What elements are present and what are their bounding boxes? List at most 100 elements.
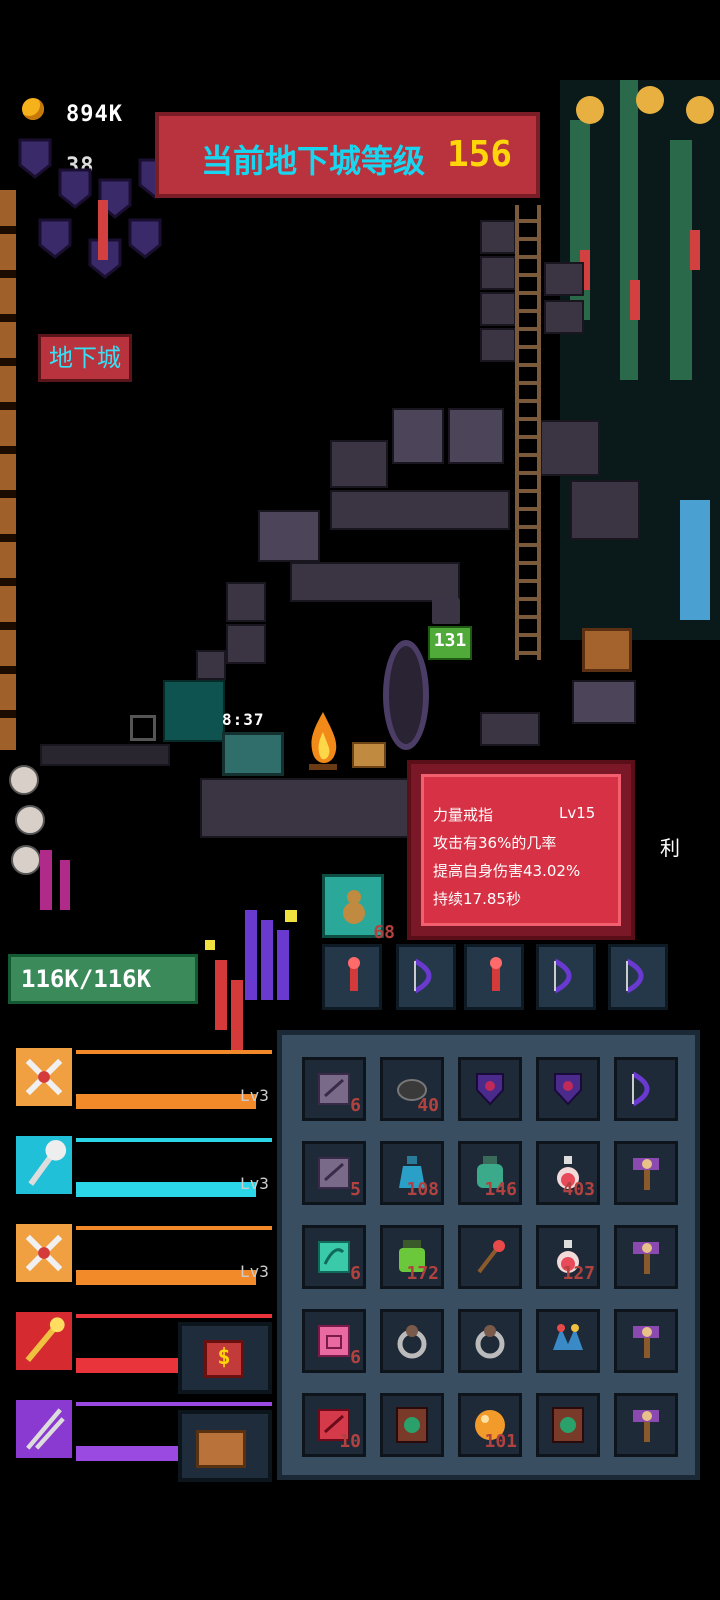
equip-slot-2[interactable] — [396, 944, 456, 1010]
skill-row[interactable]: Lv3 — [12, 1220, 272, 1290]
inventory-item-count: 10 — [339, 1431, 361, 1452]
item-tooltip: 力量戒指 Lv15 攻击有36%的几率 提高自身伤害43.02% 持续17.85… — [407, 760, 635, 940]
clipped-side-label: 利 — [660, 836, 680, 860]
treasure-chest-icon[interactable] — [582, 628, 632, 672]
mace-icon[interactable] — [12, 1132, 76, 1198]
dungeon-level-value: 156 — [447, 134, 513, 175]
inventory-panel: 6 40 5 108 146 403 6 172 127 6 10 101 — [277, 1030, 700, 1480]
timed-chest-icon[interactable] — [222, 732, 284, 776]
inventory-slot[interactable]: 146 — [458, 1141, 522, 1205]
spellbook-icon — [549, 1406, 587, 1444]
small-switch-icon[interactable] — [130, 715, 156, 741]
inventory-slot[interactable]: 101 — [458, 1393, 522, 1457]
inventory-slot[interactable]: 108 — [380, 1141, 444, 1205]
left-edge-frames — [0, 190, 16, 750]
player-hp-text: 116K/116K — [21, 965, 152, 993]
inventory-slot[interactable] — [614, 1057, 678, 1121]
inventory-item-count: 101 — [484, 1431, 517, 1452]
inventory-slot[interactable] — [536, 1309, 600, 1373]
skill-progress-bar — [76, 1270, 256, 1285]
skill-row[interactable]: Lv3 — [12, 1044, 272, 1114]
inventory-item-count: 172 — [406, 1263, 439, 1284]
scepter-icon[interactable] — [12, 1308, 76, 1374]
chest-button[interactable] — [178, 1410, 272, 1482]
inventory-item-count: 108 — [406, 1179, 439, 1200]
bow-icon — [413, 958, 432, 994]
inventory-item-count: 6 — [350, 1095, 361, 1116]
tooltip-line-1: 攻击有36%的几率 — [433, 834, 557, 852]
dungeon-button[interactable]: 地下城 — [38, 334, 132, 382]
skill-bar-top-line — [76, 1314, 272, 1318]
inventory-slot[interactable]: 10 — [302, 1393, 366, 1457]
chest-icon — [196, 1430, 246, 1468]
equip-slot-5[interactable] — [608, 944, 668, 1010]
skill-bar-top-line — [76, 1050, 272, 1054]
inventory-slot[interactable]: 6 — [302, 1225, 366, 1289]
inventory-item-count: 403 — [562, 1179, 595, 1200]
inventory-slot[interactable] — [536, 1393, 600, 1457]
inventory-slot[interactable]: 40 — [380, 1057, 444, 1121]
axe-icon — [627, 1238, 665, 1276]
gold-coin-icon — [22, 98, 44, 120]
equip-slot-gourd[interactable]: 68 — [322, 874, 395, 943]
chest-timer: 8:37 — [222, 710, 265, 729]
equip-slot-3[interactable] — [464, 944, 524, 1010]
skill-level-label: Lv3 — [240, 1086, 269, 1105]
bow-icon — [627, 1070, 665, 1108]
inventory-slot[interactable] — [614, 1309, 678, 1373]
equip-slot-1[interactable] — [322, 944, 382, 1010]
inventory-slot[interactable]: 403 — [536, 1141, 600, 1205]
jester-hat-icon — [549, 1322, 587, 1360]
ring-icon — [471, 1322, 509, 1360]
inventory-item-count: 6 — [350, 1347, 361, 1368]
axe-icon — [627, 1154, 665, 1192]
dungeon-level-banner: 当前地下城等级 156 — [155, 112, 540, 198]
scroll-icon — [315, 1070, 353, 1108]
spear-icon[interactable] — [12, 1396, 76, 1462]
portal-icon[interactable] — [383, 640, 429, 750]
inventory-slot[interactable] — [458, 1057, 522, 1121]
scepter-icon — [490, 957, 502, 991]
teal-block — [163, 680, 225, 742]
pink-scroll-icon — [315, 1322, 353, 1360]
inventory-item-count: 146 — [484, 1179, 517, 1200]
inventory-slot[interactable] — [536, 1057, 600, 1121]
skill-bar-top-line — [76, 1402, 272, 1406]
inventory-slot[interactable]: 172 — [380, 1225, 444, 1289]
inventory-slot[interactable] — [458, 1225, 522, 1289]
inventory-slot[interactable] — [458, 1309, 522, 1373]
gourd-icon — [343, 890, 365, 924]
skill-bar-top-line — [76, 1138, 272, 1142]
inventory-slot[interactable]: 6 — [302, 1057, 366, 1121]
skill-row[interactable]: Lv3 — [12, 1132, 272, 1202]
inventory-slot[interactable] — [380, 1393, 444, 1457]
staff-icon — [471, 1238, 509, 1276]
skill-progress-bar — [76, 1182, 256, 1197]
tooltip-line-2: 提高自身伤害43.02% — [433, 862, 581, 880]
inventory-item-count: 5 — [350, 1179, 361, 1200]
green-scroll-icon — [315, 1238, 353, 1276]
skill-progress-bar — [76, 1094, 256, 1109]
equip-slot-4[interactable] — [536, 944, 596, 1010]
bow-icon — [625, 958, 644, 994]
ladder[interactable] — [515, 205, 541, 660]
inventory-slot[interactable]: 6 — [302, 1309, 366, 1373]
inventory-slot[interactable]: 127 — [536, 1225, 600, 1289]
inventory-slot[interactable] — [380, 1309, 444, 1373]
inventory-slot[interactable] — [614, 1393, 678, 1457]
crossed-swords-icon[interactable] — [12, 1044, 76, 1110]
inventory-slot[interactable]: 5 — [302, 1141, 366, 1205]
inventory-slot[interactable] — [614, 1141, 678, 1205]
skill-bar-top-line — [76, 1226, 272, 1230]
skull-stack-icon — [9, 765, 70, 910]
crossed-swords-icon[interactable] — [12, 1220, 76, 1286]
tooltip-item-level: Lv15 — [559, 804, 596, 822]
axe-icon — [627, 1322, 665, 1360]
scroll-icon — [315, 1154, 353, 1192]
shop-button[interactable]: $ — [178, 1322, 272, 1394]
inventory-item-count: 40 — [417, 1095, 439, 1116]
inventory-slot[interactable] — [614, 1225, 678, 1289]
ring-icon — [393, 1322, 431, 1360]
vine-decoration-icon — [560, 80, 720, 640]
cat-hero-icon[interactable] — [432, 596, 460, 624]
